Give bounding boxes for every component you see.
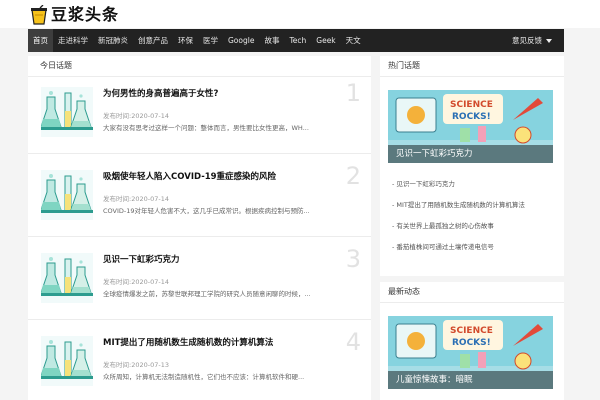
article-date: 发布时间:2020-07-13 [103,359,169,369]
hot-topic-link[interactable]: - 有关世界上最孤独之树的心伤故事 [392,216,557,237]
hot-topic-link[interactable]: - 见识一下虹彩巧克力 [392,174,557,195]
site-name: 豆浆头条 [51,5,120,24]
date-value: 2020-07-14 [131,195,169,203]
feedback-label: 意见反馈 [512,36,542,45]
nav-item[interactable]: 首页 [28,29,53,52]
date-prefix: 发布时间: [103,195,132,203]
article-title[interactable]: 见识一下虹彩巧克力 [103,253,180,265]
date-prefix: 发布时间: [103,112,132,120]
article-item[interactable]: MIT提出了用随机数生成随机数的计算机算法 发布时间:2020-07-13 众所周知… [28,326,371,400]
article-rank-number: 1 [345,79,361,107]
nav-item[interactable]: 走进科学 [53,29,93,52]
hot-topic-link[interactable]: - 番茄植株间可通过土壤传递电信号 [392,237,557,258]
article-rank-number: 3 [345,245,361,273]
todays-topics-panel: 今日话题 为何男性的身高普遍高于女性? 发布时间:2020-07-14 大家有没有思… [28,56,371,400]
nav-item[interactable]: 故事 [259,29,284,52]
svg-text:SCIENCE: SCIENCE [450,326,493,336]
date-value: 2020-07-13 [131,361,169,369]
latest-news-hero[interactable]: SCIENCE ROCKS! 儿童惊悚故事：暗眠 [388,316,553,389]
nav-item[interactable]: Geek [311,29,340,52]
site-logo[interactable]: 豆浆头条 [30,4,119,26]
hot-topic-link[interactable]: - MIT提出了用随机数生成随机数的计算机算法 [392,195,557,216]
lab-flasks-thumbnail[interactable] [41,170,93,220]
article-title[interactable]: MIT提出了用随机数生成随机数的计算机算法 [103,336,273,348]
nav-item[interactable]: Google [223,29,259,52]
feedback-menu[interactable]: 意见反馈 [512,29,552,52]
latest-news-panel: 最新动态 SCIENCE ROCKS! 儿童惊悚故事：暗眠 [380,282,564,400]
date-prefix: 发布时间: [103,361,132,369]
article-item[interactable]: 吸烟使年轻人陷入COVID-19重症感染的风险 发布时间:2020-07-14 CO… [28,160,371,237]
hot-hero-caption: 见识一下虹彩巧克力 [388,145,553,163]
date-value: 2020-07-14 [131,278,169,286]
date-prefix: 发布时间: [103,278,132,286]
caret-down-icon [546,39,552,43]
article-summary: 大家有没有思考过这样一个问题：整体而言，男性要比女性更高，WH... [103,124,309,132]
soymilk-cup-icon [30,5,48,25]
hot-topic-list: - 见识一下虹彩巧克力 - MIT提出了用随机数生成随机数的计算机算法 - 有关世界… [392,174,557,258]
lab-flasks-thumbnail[interactable] [41,87,93,137]
article-rank-number: 2 [345,162,361,190]
nav-item[interactable]: 创意产品 [133,29,173,52]
header: 豆浆头条 [0,0,600,28]
lab-flasks-thumbnail[interactable] [41,336,93,386]
article-title[interactable]: 吸烟使年轻人陷入COVID-19重症感染的风险 [103,170,276,182]
article-summary: 众所周知，计算机无法制造随机性，它们也不应该：计算机软件和硬... [103,373,305,381]
lab-flasks-thumbnail[interactable] [41,253,93,303]
nav-item[interactable]: 天文 [341,29,366,52]
latest-news-title: 最新动态 [380,282,564,303]
svg-text:SCIENCE: SCIENCE [450,100,493,110]
latest-hero-caption: 儿童惊悚故事：暗眠 [388,371,553,389]
article-summary: COVID-19对年轻人危害不大，这几乎已成常识。根据疾病控制与预防... [103,207,310,215]
article-item[interactable]: 见识一下虹彩巧克力 发布时间:2020-07-14 全球疫情爆发之前，苏黎世联邦理工… [28,243,371,320]
hot-topics-title: 热门话题 [380,56,564,77]
article-rank-number: 4 [345,328,361,356]
article-summary: 全球疫情爆发之前，苏黎世联邦理工学院的研究人员随意闲聊的时候，... [103,290,311,298]
svg-text:ROCKS!: ROCKS! [452,338,491,348]
article-date: 发布时间:2020-07-14 [103,110,169,120]
hot-topics-panel: 热门话题 SCIENCE ROCKS! 见识一下虹彩巧克力 - 见识一下虹彩巧克… [380,56,564,276]
nav-item[interactable]: Tech [284,29,311,52]
article-item[interactable]: 为何男性的身高普遍高于女性? 发布时间:2020-07-14 大家有没有思考过这样一… [28,77,371,154]
date-value: 2020-07-14 [131,112,169,120]
article-date: 发布时间:2020-07-14 [103,276,169,286]
hot-topic-hero[interactable]: SCIENCE ROCKS! 见识一下虹彩巧克力 [388,90,553,163]
main-nav: 首页 走进科学 新冠肺炎 创意产品 环保 医学 Google 故事 Tech Geek 天文 意见反… [28,29,564,52]
article-date: 发布时间:2020-07-14 [103,193,169,203]
nav-item[interactable]: 新冠肺炎 [93,29,133,52]
svg-text:ROCKS!: ROCKS! [452,112,491,122]
section-title: 今日话题 [28,56,371,77]
nav-item[interactable]: 环保 [173,29,198,52]
nav-item[interactable]: 医学 [198,29,223,52]
article-title[interactable]: 为何男性的身高普遍高于女性? [103,87,218,99]
